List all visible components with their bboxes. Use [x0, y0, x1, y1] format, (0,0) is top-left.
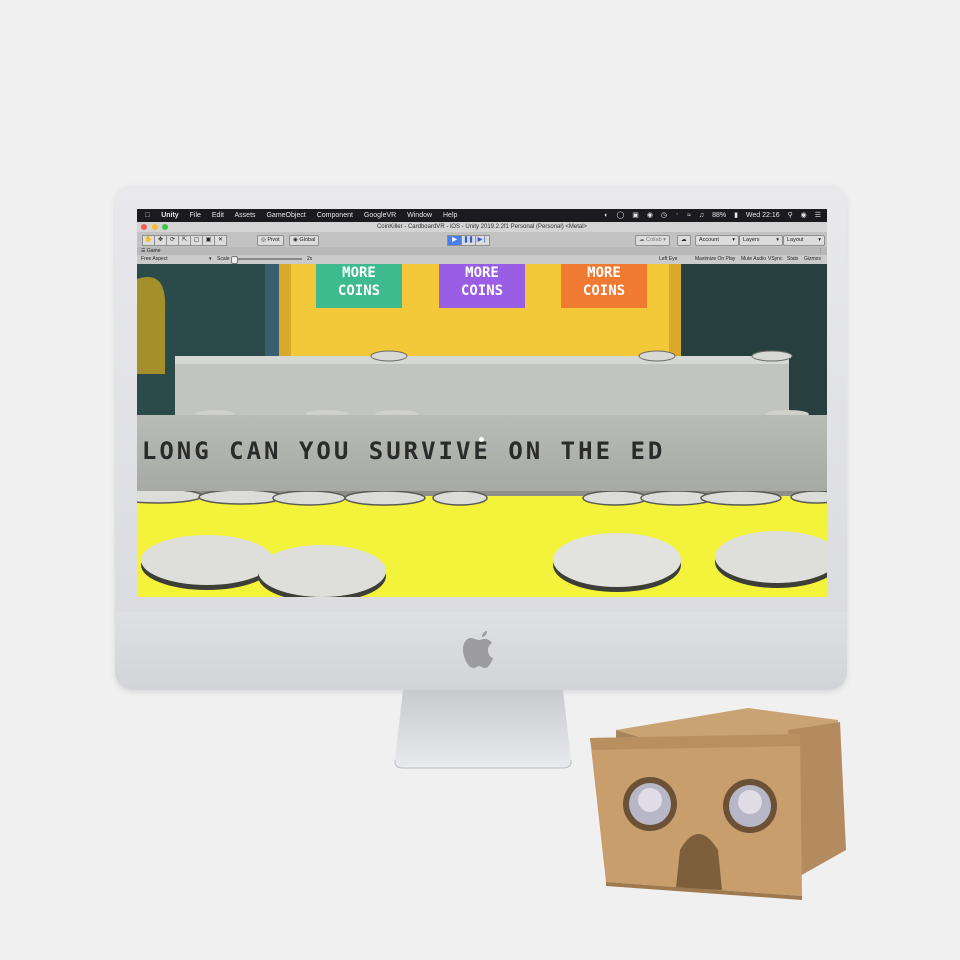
more-coins-sign: MORE COINS [439, 264, 525, 308]
toggle-maximize-on-play[interactable]: Maximize On Play [695, 255, 735, 264]
tab-game-label: Game [146, 248, 161, 254]
sign-line2: COINS [582, 283, 626, 299]
collab-label: Collab [646, 237, 662, 243]
scale-slider-handle[interactable] [231, 256, 238, 264]
menu-help[interactable]: Help [443, 212, 457, 219]
game-tab-bar: ☰ Game ⋮ [137, 247, 827, 255]
sign-line2: COINS [460, 283, 504, 299]
game-view-toolbar: Free Aspect ▾ Scale 2x Left Eye Maximize… [137, 255, 827, 264]
scale-slider-track[interactable] [232, 258, 302, 260]
custom-tool-icon[interactable]: ✕ [214, 235, 227, 246]
sign-line2: COINS [337, 283, 381, 299]
imac-stand [394, 690, 572, 769]
time-machine-icon[interactable]: ◷ [661, 212, 667, 219]
cloud-icon: ☁ [681, 237, 687, 243]
mac-menubar:  Unity File Edit Assets GameObject Comp… [137, 209, 827, 222]
cloud-icon: ☁ [639, 237, 645, 243]
bluetooth-icon[interactable]: ᛫ [675, 212, 679, 219]
apple-logo-icon [463, 631, 493, 668]
zoom-window-button[interactable] [162, 224, 169, 230]
step-button[interactable]: ▶❘ [475, 235, 490, 246]
unity-toolbar: ✋ ✥ ⟳ ⇱ ▢ ▣ ✕ ◎ Pivot ◉ Global ▶ ❚❚ ▶❘ ☁… [137, 232, 827, 247]
tab-menu-icon[interactable]: ⋮ [818, 247, 823, 255]
user-icon[interactable]: ◉ [801, 212, 807, 219]
scale-value: 2x [307, 256, 313, 262]
menu-component[interactable]: Component [317, 212, 353, 219]
toggle-mute-audio[interactable]: Mute Audio [741, 255, 766, 264]
menu-assets[interactable]: Assets [235, 212, 256, 219]
cloud-button[interactable]: ☁ [677, 235, 691, 246]
layers-dropdown[interactable]: Layers ▾ [739, 235, 783, 246]
game-icon: ☰ [141, 248, 146, 254]
scale-label: Scale [217, 256, 230, 262]
window-titlebar: CoinKiller - CardboardVR - iOS - Unity 2… [137, 222, 827, 232]
gizmos-dropdown[interactable]: Gizmos [804, 255, 821, 264]
pivot-toggle[interactable]: ◎ Pivot [257, 235, 284, 246]
tab-game[interactable]: ☰ Game [141, 248, 161, 254]
battery-icon[interactable]: ▮ [734, 212, 738, 219]
status-icon[interactable]: ◉ [647, 212, 653, 219]
toggle-vsync[interactable]: VSync [768, 255, 782, 264]
menubar-clock[interactable]: Wed 22:16 [746, 212, 780, 219]
gaze-reticle [479, 437, 484, 442]
account-dropdown[interactable]: Account ▾ [695, 235, 739, 246]
menu-app-name[interactable]: Unity [161, 212, 179, 219]
notification-center-icon[interactable]: ☰ [815, 212, 821, 219]
banner-text: W LONG CAN YOU SURVIVE ON THE ED [137, 437, 666, 465]
sign-line1: MORE [342, 265, 376, 281]
cardboard-viewer [590, 708, 846, 900]
status-icon[interactable]: ◯ [616, 212, 624, 219]
chevron-down-icon: ▾ [209, 256, 212, 262]
account-label: Account [699, 237, 719, 243]
pivot-label: Pivot [267, 237, 280, 243]
product-scene:  Unity File Edit Assets GameObject Comp… [0, 0, 960, 960]
status-icon[interactable]: ▣ [632, 212, 639, 219]
eye-dropdown[interactable]: Left Eye [659, 255, 677, 264]
menu-file[interactable]: File [190, 212, 201, 219]
pivot-icon: ◎ [261, 237, 266, 243]
menu-gameobject[interactable]: GameObject [266, 212, 305, 219]
more-coins-sign: MORE COINS [316, 264, 402, 308]
sign-line1: MORE [465, 265, 499, 281]
wifi-icon[interactable]: ≈ [687, 212, 691, 219]
global-toggle[interactable]: ◉ Global [289, 235, 320, 246]
aspect-dropdown[interactable]: Free Aspect [141, 255, 168, 264]
layout-label: Layout [787, 237, 804, 243]
transform-tools: ✋ ✥ ⟳ ⇱ ▢ ▣ ✕ [142, 235, 227, 246]
chevron-down-icon: ▾ [732, 237, 735, 243]
sign-line1: MORE [587, 265, 621, 281]
chevron-down-icon: ▾ [818, 237, 821, 243]
unity-status-icon[interactable]: ◐ [604, 212, 608, 219]
volume-icon[interactable]: ♫ [699, 212, 704, 219]
window-title: CoinKiller - CardboardVR - iOS - Unity 2… [376, 224, 588, 230]
collab-dropdown[interactable]: ☁ Collab ▾ [635, 235, 670, 246]
game-viewport[interactable]: MORE COINS MORE COINS MORE COINS W LONG … [137, 264, 827, 597]
menu-googlevr[interactable]: GoogleVR [364, 212, 396, 219]
close-window-button[interactable] [141, 224, 147, 230]
scrolling-banner: W LONG CAN YOU SURVIVE ON THE ED [137, 415, 827, 491]
pause-button[interactable]: ❚❚ [461, 235, 476, 246]
battery-percent[interactable]: 88% [712, 212, 726, 219]
minimize-window-button[interactable] [151, 224, 158, 230]
play-button[interactable]: ▶ [447, 235, 462, 246]
apple-menu-icon[interactable]:  [145, 212, 150, 219]
chevron-down-icon: ▾ [663, 237, 666, 243]
spotlight-icon[interactable]: ⚲ [788, 212, 793, 219]
screen:  Unity File Edit Assets GameObject Comp… [137, 209, 827, 597]
play-controls: ▶ ❚❚ ▶❘ [447, 235, 490, 246]
layout-dropdown[interactable]: Layout ▾ [783, 235, 825, 246]
menu-window[interactable]: Window [407, 212, 432, 219]
chevron-down-icon: ▾ [776, 237, 779, 243]
global-label: Global [299, 237, 316, 243]
toggle-stats[interactable]: Stats [787, 255, 798, 264]
layers-label: Layers [743, 237, 760, 243]
globe-icon: ◉ [293, 237, 298, 243]
more-coins-sign: MORE COINS [561, 264, 647, 308]
menu-edit[interactable]: Edit [212, 212, 224, 219]
